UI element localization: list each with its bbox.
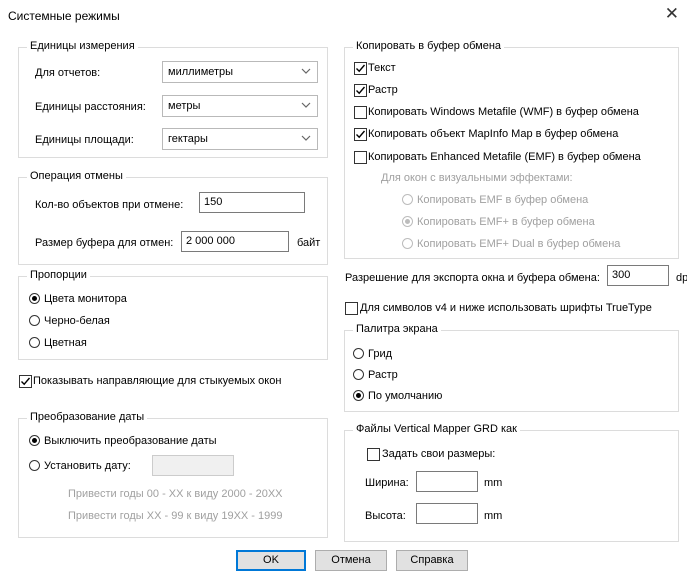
undo-count-label: Кол-во объектов при отмене: xyxy=(35,199,184,211)
visual-copy-option-label: Копировать EMF+ в буфер обмена xyxy=(417,216,595,228)
checkmark-icon xyxy=(21,377,31,386)
help-button[interactable]: Справка xyxy=(396,550,468,571)
palette-option-radio[interactable] xyxy=(353,369,364,380)
date-hint-2: Привести годы XX - 99 к виду 19XX - 1999 xyxy=(68,510,283,522)
chevron-down-icon xyxy=(301,102,311,108)
area-units-label: Единицы площади: xyxy=(35,134,134,146)
resolution-input[interactable]: 300 xyxy=(607,265,669,286)
vm-height-label: Высота: xyxy=(365,510,406,522)
ok-button[interactable]: OK xyxy=(236,550,306,571)
vm-width-unit: mm xyxy=(484,477,503,489)
area-units-select[interactable]: гектары xyxy=(162,128,318,150)
copy-emf-checkbox[interactable] xyxy=(354,151,367,164)
resolution-unit: dp xyxy=(676,272,687,284)
date-group-title: Преобразование даты xyxy=(27,411,148,423)
vm-group-title: Файлы Vertical Mapper GRD как xyxy=(353,423,520,435)
visual-copy-option-label: Копировать EMF+ Dual в буфер обмена xyxy=(417,238,621,250)
visual-copy-option-radio[interactable] xyxy=(402,194,413,205)
visual-copy-option-radio[interactable] xyxy=(402,238,413,249)
copy-emf-label: Копировать Enhanced Metafile (EMF) в буф… xyxy=(368,151,641,163)
undo-buffer-label: Размер буфера для отмен: xyxy=(35,237,174,249)
proportion-option-label: Цветная xyxy=(44,337,87,349)
copy-mapinfo-checkbox[interactable] xyxy=(354,128,367,141)
proportions-group-title: Пропорции xyxy=(27,269,90,281)
reports-units-select[interactable]: миллиметры xyxy=(162,61,318,83)
reports-units-value: миллиметры xyxy=(168,66,234,78)
cancel-button[interactable]: Отмена xyxy=(315,550,387,571)
distance-units-select[interactable]: метры xyxy=(162,95,318,117)
date-disable-label: Выключить преобразование даты xyxy=(44,435,217,447)
undo-group-title: Операция отмены xyxy=(27,170,126,182)
proportion-option-radio[interactable] xyxy=(29,293,40,304)
undo-count-input[interactable]: 150 xyxy=(199,192,305,213)
radio-dot xyxy=(356,393,361,398)
date-set-input[interactable] xyxy=(152,455,234,476)
vm-width-input[interactable] xyxy=(416,471,478,492)
visual-effects-label: Для окон с визуальными эффектами: xyxy=(381,172,573,184)
visual-copy-option-label: Копировать EMF в буфер обмена xyxy=(417,194,589,206)
vm-height-unit: mm xyxy=(484,510,503,522)
radio-dot xyxy=(405,219,410,224)
copy-text-checkbox[interactable] xyxy=(354,62,367,75)
copy-wmf-label: Копировать Windows Metafile (WMF) в буфе… xyxy=(368,106,639,118)
checkmark-icon xyxy=(356,64,366,73)
close-button[interactable]: ✕ xyxy=(665,4,679,24)
copy-raster-label: Растр xyxy=(368,84,398,96)
checkmark-icon xyxy=(356,130,366,139)
proportion-option-label: Черно-белая xyxy=(44,315,110,327)
truetype-label: Для символов v4 и ниже использовать шриф… xyxy=(360,302,652,314)
undo-buffer-unit: байт xyxy=(297,237,321,249)
chevron-down-icon xyxy=(301,68,311,74)
palette-option-label: Растр xyxy=(368,369,398,381)
proportion-option-radio[interactable] xyxy=(29,337,40,348)
copy-wmf-checkbox[interactable] xyxy=(354,106,367,119)
date-set-radio[interactable] xyxy=(29,460,40,471)
palette-option-label: Грид xyxy=(368,348,393,360)
copy-text-label: Текст xyxy=(368,62,396,74)
distance-units-label: Единицы расстояния: xyxy=(35,101,146,113)
chevron-down-icon xyxy=(301,135,311,141)
date-hint-1: Привести годы 00 - XX к виду 2000 - 20XX xyxy=(68,488,283,500)
guides-label: Показывать направляющие для стыкуемых ок… xyxy=(33,375,282,387)
truetype-checkbox[interactable] xyxy=(345,302,358,315)
guides-checkbox[interactable] xyxy=(19,375,32,388)
palette-option-radio[interactable] xyxy=(353,390,364,401)
date-set-label: Установить дату: xyxy=(44,460,131,472)
palette-option-radio[interactable] xyxy=(353,348,364,359)
area-units-value: гектары xyxy=(168,133,208,145)
date-disable-radio[interactable] xyxy=(29,435,40,446)
resolution-label: Разрешение для экспорта окна и буфера об… xyxy=(345,272,600,284)
distance-units-value: метры xyxy=(168,100,201,112)
palette-group-title: Палитра экрана xyxy=(353,323,441,335)
proportion-option-radio[interactable] xyxy=(29,315,40,326)
copy-mapinfo-label: Копировать объект MapInfo Map в буфер об… xyxy=(368,128,619,140)
vm-height-input[interactable] xyxy=(416,503,478,524)
palette-option-label: По умолчанию xyxy=(368,390,443,402)
vm-width-label: Ширина: xyxy=(365,477,409,489)
undo-buffer-input[interactable]: 2 000 000 xyxy=(181,231,289,252)
units-group-title: Единицы измерения xyxy=(27,40,138,52)
proportion-option-label: Цвета монитора xyxy=(44,293,127,305)
visual-copy-option-radio[interactable] xyxy=(402,216,413,227)
radio-dot xyxy=(32,438,37,443)
copy-raster-checkbox[interactable] xyxy=(354,84,367,97)
window-title: Системные режимы xyxy=(8,9,120,23)
radio-dot xyxy=(32,296,37,301)
clipboard-group-title: Копировать в буфер обмена xyxy=(353,40,505,52)
vm-custom-label: Задать свои размеры: xyxy=(382,448,496,460)
reports-units-label: Для отчетов: xyxy=(35,67,101,79)
close-icon: ✕ xyxy=(664,4,679,23)
checkmark-icon xyxy=(356,86,366,95)
vm-custom-checkbox[interactable] xyxy=(367,448,380,461)
